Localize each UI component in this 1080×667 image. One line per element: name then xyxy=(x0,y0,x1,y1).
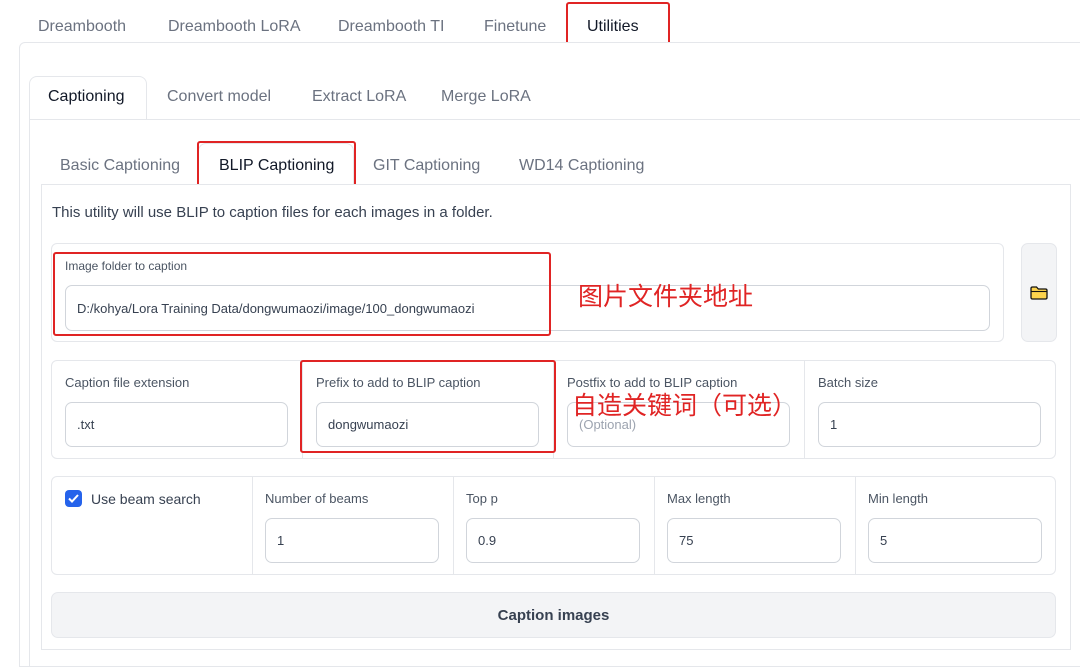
tab-convert-model[interactable]: Convert model xyxy=(167,88,271,106)
tab-dreambooth[interactable]: Dreambooth xyxy=(38,18,126,36)
tab-dreambooth-lora[interactable]: Dreambooth LoRA xyxy=(168,18,301,36)
tab-dreambooth-ti[interactable]: Dreambooth TI xyxy=(338,18,444,36)
tab-utilities[interactable]: Utilities xyxy=(587,18,639,36)
max-length-label: Max length xyxy=(667,491,731,506)
beam-search-label[interactable]: Use beam search xyxy=(91,491,201,507)
num-beams-label: Number of beams xyxy=(265,491,369,506)
tab-captioning[interactable]: Captioning xyxy=(48,88,125,106)
top-p-input[interactable]: 0.9 xyxy=(466,518,640,563)
folder-button[interactable] xyxy=(1021,243,1057,342)
tab-git-captioning[interactable]: GIT Captioning xyxy=(373,157,480,175)
keyword-annotation: 自造关键词（可选） xyxy=(572,391,798,420)
max-length-input[interactable]: 75 xyxy=(667,518,841,563)
batch-size-label: Batch size xyxy=(818,375,878,390)
num-beams-input[interactable]: 1 xyxy=(265,518,439,563)
min-length-label: Min length xyxy=(868,491,928,506)
description-text: This utility will use BLIP to caption fi… xyxy=(52,204,493,221)
folder-icon xyxy=(1030,285,1048,300)
beam-search-checkbox[interactable] xyxy=(65,490,82,507)
folder-annotation: 图片文件夹地址 xyxy=(578,282,754,311)
check-icon xyxy=(68,494,79,503)
tab-extract-lora[interactable]: Extract LoRA xyxy=(312,88,406,106)
caption-ext-input[interactable]: .txt xyxy=(65,402,288,447)
image-folder-input[interactable]: D:/kohya/Lora Training Data/dongwumaozi/… xyxy=(65,285,990,331)
caption-ext-label: Caption file extension xyxy=(65,375,190,390)
tab-merge-lora[interactable]: Merge LoRA xyxy=(441,88,531,106)
tab-finetune[interactable]: Finetune xyxy=(484,18,546,36)
tab-wd14-captioning[interactable]: WD14 Captioning xyxy=(519,157,644,175)
batch-size-input[interactable]: 1 xyxy=(818,402,1041,447)
top-p-label: Top p xyxy=(466,491,498,506)
tab-blip-captioning[interactable]: BLIP Captioning xyxy=(219,157,334,175)
image-folder-label: Image folder to caption xyxy=(65,259,188,273)
prefix-label: Prefix to add to BLIP caption xyxy=(316,375,481,390)
caption-images-button[interactable]: Caption images xyxy=(51,592,1056,638)
tab-basic-captioning[interactable]: Basic Captioning xyxy=(60,157,180,175)
min-length-input[interactable]: 5 xyxy=(868,518,1042,563)
prefix-input[interactable]: dongwumaozi xyxy=(316,402,539,447)
